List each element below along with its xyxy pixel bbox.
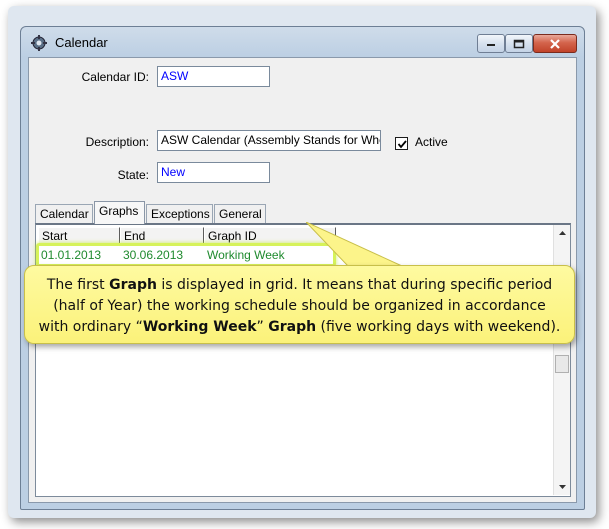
close-button[interactable]: [533, 34, 577, 53]
calendar-id-label: Calendar ID:: [81, 70, 149, 84]
scroll-down-button[interactable]: [554, 478, 571, 495]
tab-calendar[interactable]: Calendar: [35, 204, 93, 223]
arrow-down-icon: [559, 485, 566, 489]
description-field[interactable]: ASW Calendar (Assembly Stands for Wheels…: [157, 130, 381, 151]
scroll-thumb[interactable]: [555, 355, 569, 373]
state-field[interactable]: New: [157, 162, 270, 183]
maximize-icon: [513, 39, 525, 48]
tab-exceptions[interactable]: Exceptions: [146, 204, 213, 223]
tab-general[interactable]: General: [214, 204, 266, 223]
callout-text: The first Graph is displayed in grid. It…: [25, 275, 574, 338]
description-label: Description:: [85, 135, 149, 149]
callout-text-part: ”: [256, 319, 269, 335]
minimize-icon: [487, 43, 495, 46]
checkmark-icon: [397, 140, 407, 149]
callout-bold-graph: Graph: [109, 277, 157, 293]
arrow-up-icon: [559, 231, 566, 235]
callout-text-part: is displayed in grid. It means that duri…: [156, 277, 553, 293]
active-label: Active: [415, 135, 448, 149]
annotation-callout: The first Graph is displayed in grid. It…: [24, 265, 575, 344]
callout-line-1: The first Graph is displayed in grid. It…: [25, 275, 574, 296]
active-checkbox[interactable]: [395, 137, 408, 150]
title-bar[interactable]: Calendar: [21, 27, 584, 57]
callout-text-part: (five working days with weekend).: [316, 319, 561, 335]
calendar-id-field[interactable]: ASW: [157, 66, 270, 87]
callout-line-3: with ordinary “Working Week” Graph (five…: [25, 317, 574, 338]
callout-text-part: The first: [46, 277, 110, 293]
gear-icon: [31, 35, 47, 51]
row-highlight: [36, 243, 336, 267]
callout-bold-graph: Graph: [268, 319, 317, 335]
state-label: State:: [117, 168, 149, 182]
callout-pointer: [306, 222, 403, 267]
window-title: Calendar: [55, 35, 108, 50]
scroll-up-button[interactable]: [554, 225, 571, 242]
callout-line-2: (half of Year) the working schedule shou…: [53, 298, 546, 314]
tab-graphs[interactable]: Graphs: [94, 201, 145, 224]
callout-text-part: with ordinary “: [38, 319, 143, 335]
callout-bold-working-week: Working Week: [142, 319, 257, 335]
close-icon: [550, 38, 560, 49]
maximize-button[interactable]: [505, 34, 533, 53]
minimize-button[interactable]: [477, 34, 505, 53]
